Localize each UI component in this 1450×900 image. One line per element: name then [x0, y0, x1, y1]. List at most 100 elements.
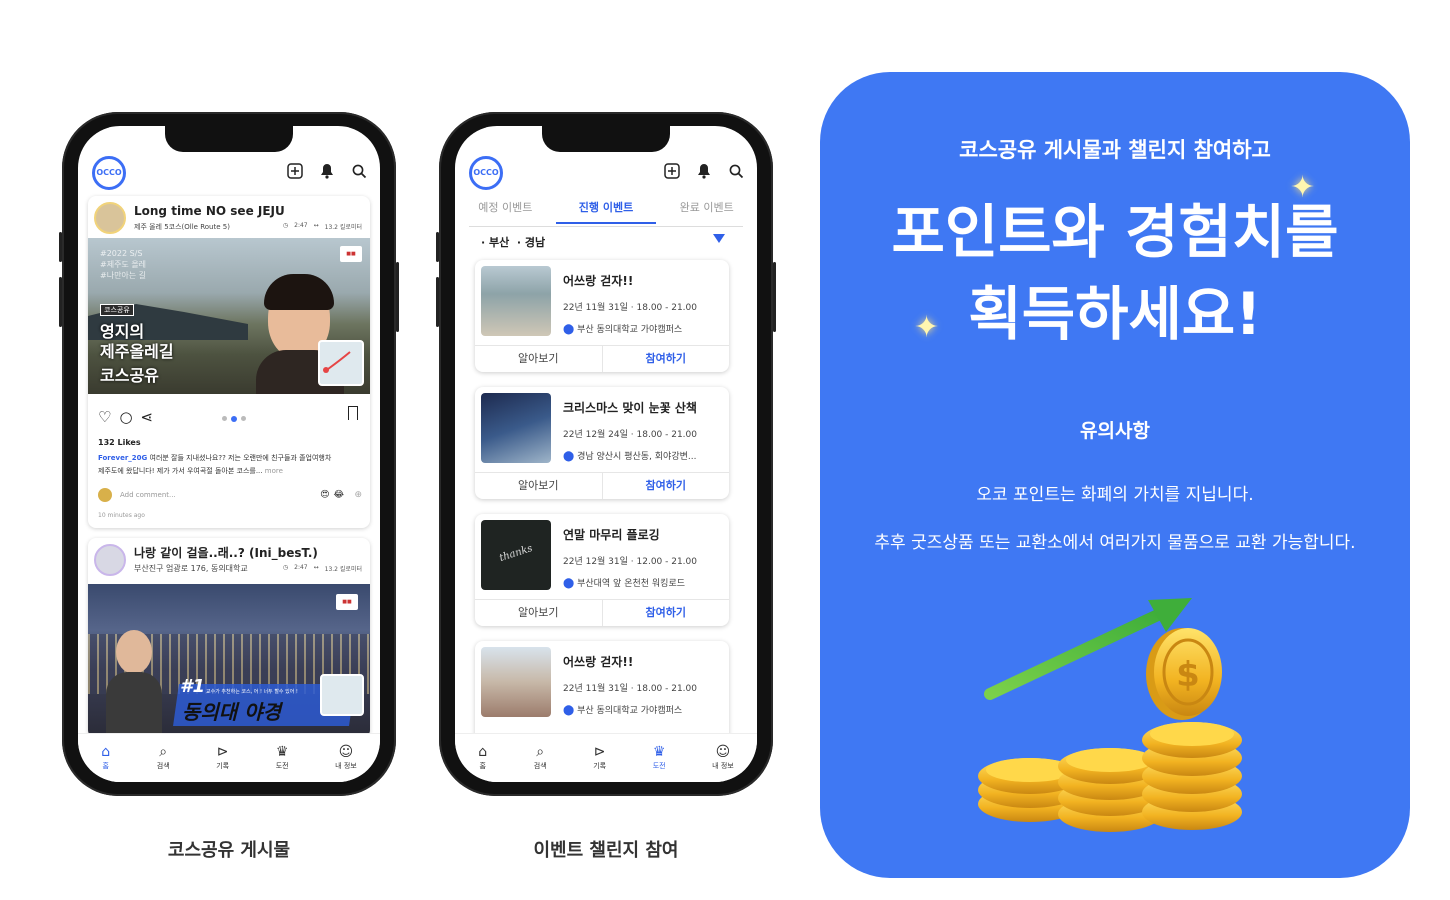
event-title: 어쓰랑 걷자!!: [563, 655, 634, 669]
bell-icon[interactable]: [318, 162, 336, 180]
bell-icon[interactable]: [695, 162, 713, 180]
post-photo[interactable]: #2022 S/S #제주도 올레 #나만아는 길 ■■ 코스공유 영지의 제주…: [88, 238, 370, 394]
phone-course-share: OCCO Long time NO see JEJU 제주 올레 5코스(Oll…: [59, 112, 399, 796]
nav-profile[interactable]: ☺ 내 정보: [712, 745, 734, 771]
event-place: 부산 동의대학교 가야캠퍼스: [577, 325, 683, 335]
event-place: 부산대역 앞 온천천 워킹로드: [577, 579, 686, 589]
avatar[interactable]: [94, 544, 126, 576]
photo-headline: 동의대 야경: [182, 700, 281, 724]
event-thumbnail: thanks: [481, 520, 551, 590]
distance-icon: ↔: [313, 222, 319, 229]
save-badge[interactable]: ■■: [336, 594, 358, 610]
distance-icon: ↔: [313, 564, 319, 571]
phone1-screen: OCCO Long time NO see JEJU 제주 올레 5코스(Oll…: [78, 126, 380, 782]
event-date: 22년 12월 24일 · 18.00 - 21.00: [563, 430, 698, 440]
post-author[interactable]: Forever_20G: [98, 454, 147, 462]
tab-ongoing[interactable]: 진행 이벤트: [555, 194, 657, 224]
post-route: 부산진구 엄광로 176, 동의대학교: [134, 564, 248, 573]
play-circle-icon: ⊳: [593, 744, 606, 760]
nav-label: 홈: [102, 762, 109, 770]
svg-text:$: $: [1176, 655, 1200, 695]
share-icon[interactable]: ⋖: [141, 408, 154, 426]
likes-count: 132 Likes: [98, 438, 141, 447]
region-filter-label: · 부산 · 경남: [481, 236, 546, 249]
pin-icon: ⬤: [563, 324, 575, 335]
join-button[interactable]: 참여하기: [603, 346, 730, 372]
add-post-icon[interactable]: [286, 162, 304, 180]
caption-course-share: 코스공유 게시물: [167, 840, 291, 861]
event-place: 부산 동의대학교 가야캠퍼스: [577, 706, 683, 716]
pin-icon: ⬤: [563, 705, 575, 716]
standing-coin: $: [1146, 628, 1222, 720]
event-thumbnail: [481, 266, 551, 336]
profile-icon: ☺: [338, 744, 354, 760]
tab-upcoming[interactable]: 예정 이벤트: [455, 194, 556, 224]
nav-label: 검색: [533, 762, 547, 770]
notice-title: 유의사항: [1080, 420, 1150, 442]
nav-label: 내 정보: [712, 762, 734, 770]
add-post-icon[interactable]: [663, 162, 681, 180]
event-card[interactable]: 크리스마스 맞이 눈꽃 산책 22년 12월 24일 · 18.00 - 21.…: [475, 387, 729, 499]
nav-challenge[interactable]: ♛ 도전: [276, 745, 289, 771]
post-card[interactable]: Long time NO see JEJU 제주 올레 5코스(Olle Rou…: [88, 196, 370, 528]
tab-completed[interactable]: 완료 이벤트: [656, 194, 757, 224]
heart-icon[interactable]: ♡: [98, 408, 111, 426]
bottom-nav: ⌂ 홈 ⌕ 검색 ⊳ 기록 ♛ 도전 ☺ 내 정보: [455, 733, 757, 782]
post-card[interactable]: 나랑 같이 걸을..래..? (Ini_besT.) 부산진구 엄광로 176,…: [88, 538, 370, 738]
promo-kicker: 코스공유 게시물과 챌린지 참여하고: [959, 138, 1271, 162]
promo-headline-2: 획득하세요!: [968, 280, 1262, 348]
map-thumbnail[interactable]: [320, 674, 364, 716]
nav-search[interactable]: ⌕ 검색: [157, 745, 170, 771]
photo-headline-2: 제주올레길: [100, 342, 174, 361]
filter-icon[interactable]: [713, 234, 725, 243]
nav-record[interactable]: ⊳ 기록: [216, 745, 229, 771]
nav-label: 기록: [593, 762, 607, 770]
pin-icon: ⬤: [563, 578, 575, 589]
event-thumbnail: [481, 647, 551, 717]
post-photo[interactable]: ■■ 교수가 추천하는 코스, 어 ! 너두 할수 있어 ! #1 동의대 야경: [88, 584, 370, 738]
search-icon[interactable]: [350, 162, 368, 180]
avatar[interactable]: [94, 202, 126, 234]
bottom-nav: ⌂ 홈 ⌕ 검색 ⊳ 기록 ♛ 도전 ☺ 내 정보: [78, 733, 380, 782]
photo-small-text: 교수가 추천하는 코스, 어 ! 너두 할수 있어 !: [206, 689, 298, 695]
app-bar: OCCO: [455, 154, 757, 190]
app-bar: OCCO: [78, 154, 380, 190]
occo-logo[interactable]: OCCO: [469, 156, 503, 190]
comment-icon[interactable]: ○: [119, 408, 132, 426]
learn-more-button[interactable]: 알아보기: [475, 600, 603, 626]
event-title: 크리스마스 맞이 눈꽃 산책: [563, 401, 697, 415]
event-title: 연말 마무리 플로깅: [563, 528, 660, 542]
phone2-screen: OCCO 예정 이벤트 진행 이벤트 완료 이벤트 · 부산 · 경남 어쓰랑 …: [455, 126, 757, 782]
event-card[interactable]: thanks 연말 마무리 플로깅 22년 12월 31일 · 12.00 - …: [475, 514, 729, 626]
join-button[interactable]: 참여하기: [603, 600, 730, 626]
event-card[interactable]: 어쓰랑 걷자!! 22년 11월 31일 · 18.00 - 21.00 ⬤ 부…: [475, 260, 729, 372]
join-button[interactable]: 참여하기: [603, 473, 730, 499]
nav-record[interactable]: ⊳ 기록: [593, 745, 606, 771]
map-thumbnail[interactable]: [318, 340, 364, 386]
thanks-card-text: thanks: [498, 543, 534, 564]
nav-search[interactable]: ⌕ 검색: [534, 745, 547, 771]
bookmark-icon[interactable]: [348, 406, 358, 420]
phone-event-challenge: OCCO 예정 이벤트 진행 이벤트 완료 이벤트 · 부산 · 경남 어쓰랑 …: [436, 112, 776, 796]
caption-event-challenge: 이벤트 챌린지 참여: [533, 840, 679, 861]
post-route: 제주 올레 5코스(Olle Route 5): [134, 223, 230, 231]
save-badge[interactable]: ■■: [340, 246, 362, 262]
search-icon[interactable]: [727, 162, 745, 180]
more-link[interactable]: more: [265, 467, 283, 475]
profile-icon: ☺: [715, 744, 731, 760]
points-promo-panel: 코스공유 게시물과 챌린지 참여하고 ✦ 포인트와 경험치를 ✦ 획득하세요! …: [820, 72, 1410, 878]
learn-more-button[interactable]: 알아보기: [475, 473, 603, 499]
nav-home[interactable]: ⌂ 홈: [478, 745, 487, 771]
event-thumbnail: [481, 393, 551, 463]
learn-more-button[interactable]: 알아보기: [475, 346, 603, 372]
medal-icon: ♛: [652, 744, 666, 760]
add-icon[interactable]: ⊕: [354, 490, 362, 500]
occo-logo[interactable]: OCCO: [92, 156, 126, 190]
nav-profile[interactable]: ☺ 내 정보: [335, 745, 357, 771]
comment-input[interactable]: Add comment...: [120, 491, 176, 499]
nav-challenge[interactable]: ♛ 도전: [653, 745, 666, 771]
course-share-badge: 코스공유: [100, 304, 134, 316]
emoji-reactions[interactable]: 😍😂: [320, 490, 348, 500]
nav-home[interactable]: ⌂ 홈: [101, 745, 110, 771]
post-title: 나랑 같이 걸을..래..? (Ini_besT.): [134, 546, 318, 560]
